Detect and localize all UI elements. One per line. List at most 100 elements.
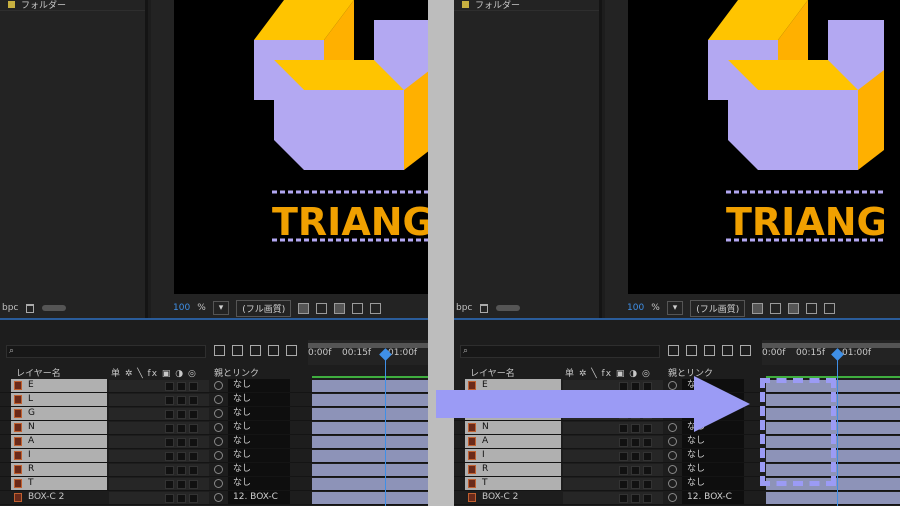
region-of-interest-icon[interactable] bbox=[806, 302, 818, 314]
parent-dropdown[interactable]: なし bbox=[228, 393, 290, 406]
parent-dropdown[interactable]: なし bbox=[682, 463, 744, 476]
frame-blending-icon[interactable] bbox=[704, 345, 715, 356]
layer-name[interactable]: N bbox=[28, 422, 35, 432]
pickwhip-icon[interactable] bbox=[214, 493, 223, 502]
parent-link-header[interactable]: 親とリンク bbox=[214, 366, 259, 379]
parent-dropdown[interactable]: なし bbox=[682, 449, 744, 462]
layer-switches[interactable] bbox=[109, 394, 209, 406]
pickwhip-icon[interactable] bbox=[214, 437, 223, 446]
mask-visibility-icon[interactable] bbox=[788, 302, 800, 314]
layer-row[interactable]: R なし bbox=[0, 463, 450, 477]
graph-editor-icon[interactable] bbox=[740, 345, 751, 356]
shy-layers-icon[interactable] bbox=[232, 345, 243, 356]
motion-blur-icon[interactable] bbox=[722, 345, 733, 356]
transparency-grid-icon[interactable] bbox=[316, 302, 328, 314]
parent-dropdown[interactable]: 12. BOX-C bbox=[682, 491, 744, 504]
snapshot-icon[interactable] bbox=[752, 302, 764, 314]
composition-canvas[interactable]: TRIANG bbox=[628, 0, 900, 294]
layer-name[interactable]: R bbox=[482, 464, 488, 474]
thumbnail-slider[interactable] bbox=[42, 305, 67, 311]
layer-switches[interactable] bbox=[109, 450, 209, 462]
layer-row[interactable]: A なし bbox=[0, 435, 450, 449]
composition-canvas[interactable]: TRIANG bbox=[174, 0, 450, 294]
graph-editor-icon[interactable] bbox=[286, 345, 297, 356]
mask-visibility-icon[interactable] bbox=[334, 302, 346, 314]
pickwhip-icon[interactable] bbox=[214, 465, 223, 474]
layer-switches[interactable] bbox=[563, 492, 663, 504]
layer-switches[interactable] bbox=[563, 478, 663, 490]
layer-switches[interactable] bbox=[109, 478, 209, 490]
layer-row[interactable]: L なし bbox=[0, 393, 450, 407]
layer-switches[interactable] bbox=[563, 436, 663, 448]
layer-switches[interactable] bbox=[109, 464, 209, 476]
layer-switches[interactable] bbox=[109, 380, 209, 392]
zoom-value[interactable]: 100 bbox=[627, 303, 644, 313]
draft-3d-icon[interactable] bbox=[214, 345, 225, 356]
shy-layers-icon[interactable] bbox=[686, 345, 697, 356]
pickwhip-icon[interactable] bbox=[214, 479, 223, 488]
layer-row[interactable]: I なし bbox=[0, 449, 450, 463]
bpc-toggle[interactable]: bpc bbox=[456, 303, 472, 313]
pickwhip-icon[interactable] bbox=[214, 395, 223, 404]
layer-name[interactable]: A bbox=[28, 436, 34, 446]
layer-name[interactable]: R bbox=[28, 464, 34, 474]
playhead-line[interactable] bbox=[385, 350, 386, 506]
snapshot-icon[interactable] bbox=[298, 302, 310, 314]
layer-row[interactable]: BOX-C 2 12. BOX-C bbox=[454, 491, 900, 505]
layer-name[interactable]: BOX-C 2 bbox=[482, 492, 518, 502]
motion-blur-icon[interactable] bbox=[268, 345, 279, 356]
layer-switches[interactable] bbox=[563, 450, 663, 462]
guides-icon[interactable] bbox=[824, 302, 836, 314]
layer-switches[interactable] bbox=[109, 492, 209, 504]
parent-dropdown[interactable]: なし bbox=[228, 379, 290, 392]
trash-icon[interactable] bbox=[480, 303, 489, 313]
quality-dropdown[interactable]: (フル画質) bbox=[690, 299, 746, 317]
parent-dropdown[interactable]: なし bbox=[682, 435, 744, 448]
playhead-line[interactable] bbox=[837, 350, 838, 506]
layer-row[interactable]: T なし bbox=[0, 477, 450, 491]
layer-name[interactable]: BOX-C 2 bbox=[28, 492, 64, 502]
bpc-toggle[interactable]: bpc bbox=[2, 303, 18, 313]
layer-switches[interactable] bbox=[563, 464, 663, 476]
layer-name[interactable]: T bbox=[482, 478, 488, 488]
layer-name[interactable]: G bbox=[28, 408, 35, 418]
trash-icon[interactable] bbox=[26, 303, 35, 313]
layer-switches[interactable] bbox=[109, 422, 209, 434]
layer-name[interactable]: T bbox=[28, 478, 34, 488]
quality-dropdown[interactable]: (フル画質) bbox=[236, 299, 292, 317]
layer-row[interactable]: E なし bbox=[0, 379, 450, 393]
parent-dropdown[interactable]: なし bbox=[228, 449, 290, 462]
pickwhip-icon[interactable] bbox=[668, 451, 677, 460]
pickwhip-icon[interactable] bbox=[214, 451, 223, 460]
transparency-grid-icon[interactable] bbox=[770, 302, 782, 314]
frame-blending-icon[interactable] bbox=[250, 345, 261, 356]
layer-name[interactable]: L bbox=[28, 394, 33, 404]
layer-row[interactable]: BOX-C 2 12. BOX-C bbox=[0, 491, 450, 505]
parent-dropdown[interactable]: なし bbox=[228, 463, 290, 476]
layer-name[interactable]: E bbox=[28, 380, 34, 390]
parent-dropdown[interactable]: なし bbox=[228, 477, 290, 490]
zoom-value[interactable]: 100 bbox=[173, 303, 190, 313]
layer-name[interactable]: I bbox=[482, 450, 485, 460]
parent-dropdown[interactable]: なし bbox=[228, 421, 290, 434]
parent-dropdown[interactable]: 12. BOX-C bbox=[228, 491, 290, 504]
pickwhip-icon[interactable] bbox=[668, 465, 677, 474]
pickwhip-icon[interactable] bbox=[214, 423, 223, 432]
layer-switches[interactable] bbox=[109, 436, 209, 448]
zoom-dropdown[interactable]: ▾ bbox=[666, 301, 684, 315]
guides-icon[interactable] bbox=[370, 302, 382, 314]
layer-name[interactable]: A bbox=[482, 436, 488, 446]
region-of-interest-icon[interactable] bbox=[352, 302, 364, 314]
timeline-search-input[interactable]: ⌕ bbox=[460, 345, 660, 358]
parent-dropdown[interactable]: なし bbox=[682, 477, 744, 490]
layer-name-header[interactable]: レイヤー名 bbox=[16, 366, 61, 379]
pickwhip-icon[interactable] bbox=[668, 437, 677, 446]
parent-dropdown[interactable]: なし bbox=[228, 435, 290, 448]
pickwhip-icon[interactable] bbox=[214, 381, 223, 390]
folder-row[interactable]: フォルダー bbox=[8, 0, 66, 11]
layer-switches[interactable] bbox=[109, 408, 209, 420]
pickwhip-icon[interactable] bbox=[668, 493, 677, 502]
pickwhip-icon[interactable] bbox=[214, 409, 223, 418]
thumbnail-slider[interactable] bbox=[496, 305, 521, 311]
timeline-search-input[interactable]: ⌕ bbox=[6, 345, 206, 358]
